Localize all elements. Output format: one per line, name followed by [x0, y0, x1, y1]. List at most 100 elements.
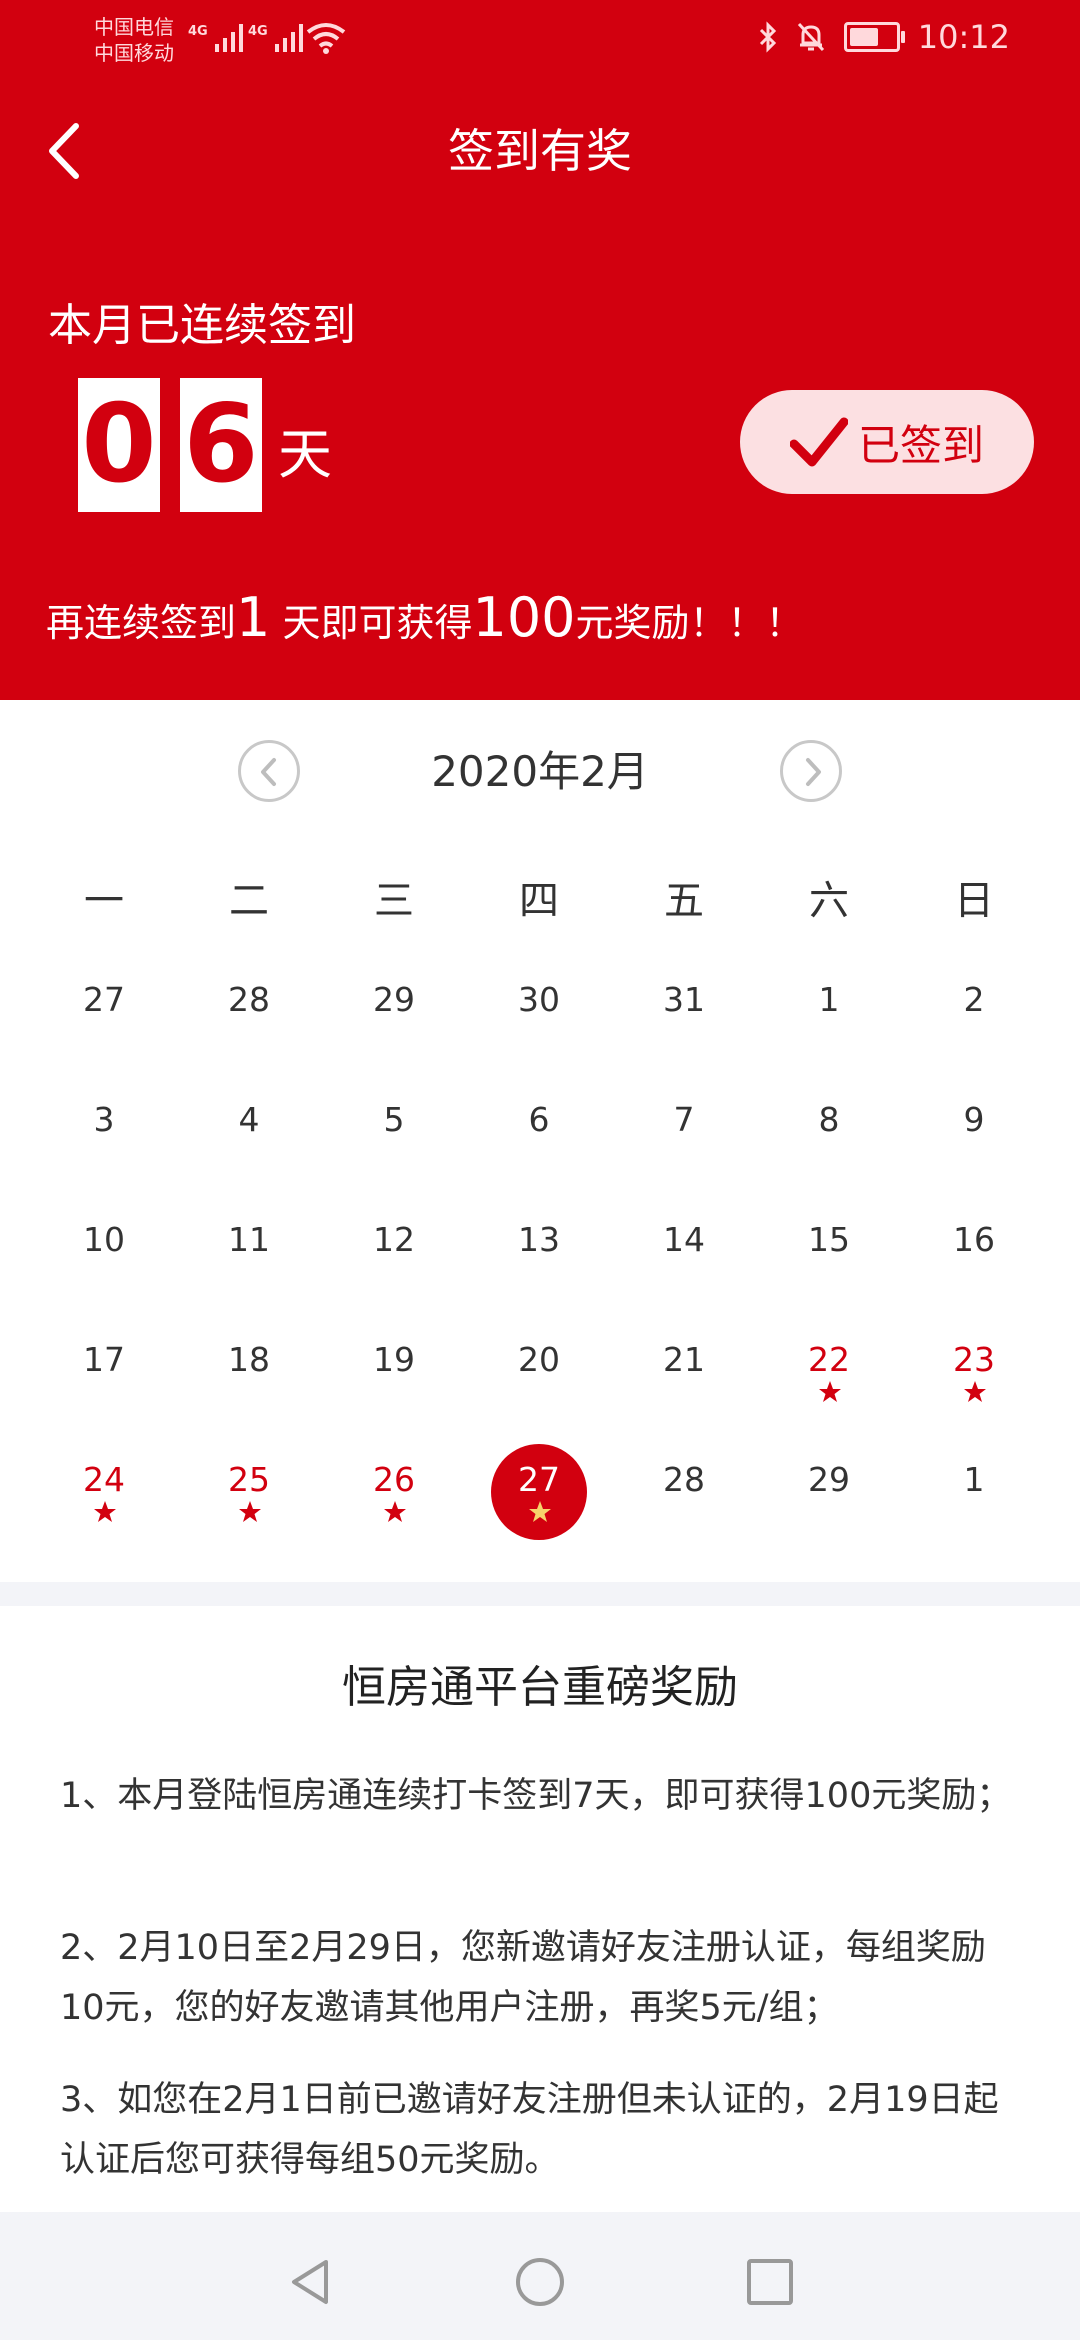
- calendar-day[interactable]: 12: [334, 1210, 454, 1310]
- signed-in-button[interactable]: 已签到: [740, 390, 1034, 494]
- nav-recent-apps-icon[interactable]: [740, 2252, 800, 2312]
- calendar-day-number: 10: [83, 1220, 125, 1259]
- calendar-day-number: 29: [808, 1460, 850, 1499]
- system-nav-bar: [0, 2220, 1080, 2340]
- calendar-day-number: 3: [93, 1100, 115, 1139]
- calendar-day[interactable]: 13: [479, 1210, 599, 1310]
- calendar-day[interactable]: 22: [769, 1330, 889, 1430]
- calendar-day[interactable]: 10: [44, 1210, 164, 1310]
- calendar-day-number: 19: [373, 1340, 415, 1379]
- calendar-day[interactable]: 20: [479, 1330, 599, 1430]
- streak-digit-ones: 6: [180, 378, 262, 512]
- weekday-label: 日: [954, 878, 994, 924]
- next-month-button[interactable]: [780, 740, 842, 802]
- header-banner: 中国电信 中国移动 4G 4G 10:12 签到有奖 本月已连续签到 0 6 天…: [0, 0, 1080, 700]
- calendar-day-number: 1: [818, 980, 840, 1019]
- star-icon: [239, 1501, 261, 1522]
- calendar-day-number: 6: [528, 1100, 550, 1139]
- calendar-day[interactable]: 18: [189, 1330, 309, 1430]
- calendar-day[interactable]: 23: [914, 1330, 1034, 1430]
- weekday-label: 四: [519, 878, 559, 924]
- streak-unit: 天: [278, 423, 332, 486]
- calendar-day-number: 18: [228, 1340, 270, 1379]
- calendar-day[interactable]: 27: [479, 1444, 599, 1550]
- star-icon: [384, 1501, 406, 1522]
- star-icon: [964, 1381, 986, 1402]
- reward-rules-card: 恒房通平台重磅奖励 1、本月登陆恒房通连续打卡签到7天，即可获得100元奖励； …: [0, 1606, 1080, 2212]
- calendar-day[interactable]: 30: [479, 970, 599, 1070]
- checkmark-icon: [789, 417, 848, 467]
- calendar-day[interactable]: 31: [624, 970, 744, 1070]
- calendar-day-number: 8: [818, 1100, 840, 1139]
- month-title: 2020年2月: [431, 747, 649, 796]
- calendar-day[interactable]: 16: [914, 1210, 1034, 1310]
- nav-back-icon[interactable]: [280, 2252, 340, 2312]
- rule-item-1: 1、本月登陆恒房通连续打卡签到7天，即可获得100元奖励；: [60, 1776, 1012, 1816]
- reward-tip-prefix: 再连续签到: [46, 601, 237, 645]
- streak-label: 本月已连续签到: [48, 300, 356, 351]
- calendar-day[interactable]: 3: [44, 1090, 164, 1190]
- star-icon: [529, 1501, 551, 1522]
- calendar-day[interactable]: 6: [479, 1090, 599, 1190]
- calendar-day[interactable]: 2: [914, 970, 1034, 1070]
- bluetooth-icon: [759, 21, 776, 53]
- status-bar: 中国电信 中国移动 4G 4G 10:12: [0, 0, 1080, 84]
- calendar-day[interactable]: 25: [189, 1450, 309, 1550]
- weekday-label: 一: [84, 878, 124, 924]
- calendar-day[interactable]: 21: [624, 1330, 744, 1430]
- signal-1-icon: 4G: [188, 24, 243, 52]
- calendar-day-number: 27: [83, 980, 125, 1019]
- signal-2-icon: 4G: [248, 24, 303, 52]
- calendar-day[interactable]: 29: [769, 1450, 889, 1550]
- calendar-day-number: 1: [963, 1460, 985, 1499]
- calendar-day-number: 5: [383, 1100, 405, 1139]
- status-time: 10:12: [917, 18, 1010, 56]
- rule-item-3: 3、如您在2月1日前已邀请好友注册但未认证的，2月19日起认证后您可获得每组50…: [60, 2080, 999, 2180]
- calendar-day[interactable]: 28: [189, 970, 309, 1070]
- calendar-day-number: 16: [953, 1220, 995, 1259]
- calendar-day-number: 11: [228, 1220, 270, 1259]
- calendar-day[interactable]: 29: [334, 970, 454, 1070]
- battery-icon: [843, 22, 905, 52]
- calendar-day[interactable]: 4: [189, 1090, 309, 1190]
- calendar-day-number: 7: [673, 1100, 695, 1139]
- calendar-day-number: 13: [518, 1220, 560, 1259]
- status-right: 10:12: [758, 18, 1010, 56]
- nav-home-icon[interactable]: [510, 2252, 570, 2312]
- wifi-icon: [306, 23, 346, 54]
- calendar-day-number: 21: [663, 1340, 705, 1379]
- reward-tip-days: 1: [236, 586, 271, 649]
- calendar-day-number: 2: [963, 980, 985, 1019]
- calendar-day-number: 29: [373, 980, 415, 1019]
- calendar-day[interactable]: 24: [44, 1450, 164, 1550]
- calendar-day[interactable]: 17: [44, 1330, 164, 1430]
- calendar-day[interactable]: 1: [914, 1450, 1034, 1550]
- calendar-day[interactable]: 28: [624, 1450, 744, 1550]
- weekday-label: 二: [229, 878, 269, 924]
- star-icon: [94, 1501, 116, 1522]
- calendar-day[interactable]: 26: [334, 1450, 454, 1550]
- calendar-day[interactable]: 19: [334, 1330, 454, 1430]
- calendar-day[interactable]: 11: [189, 1210, 309, 1310]
- calendar-day[interactable]: 7: [624, 1090, 744, 1190]
- calendar-day-number: 14: [663, 1220, 705, 1259]
- network-2-label: 4G: [248, 24, 268, 39]
- page-title: 签到有奖: [448, 124, 632, 178]
- weekday-header: 一二三四五六日: [0, 866, 1080, 936]
- calendar-day[interactable]: 8: [769, 1090, 889, 1190]
- calendar-day-number: 4: [238, 1100, 260, 1139]
- reward-tip-amount: 100: [472, 586, 576, 649]
- streak-digit-tens: 0: [78, 378, 160, 512]
- calendar-day[interactable]: 1: [769, 970, 889, 1070]
- calendar-day[interactable]: 5: [334, 1090, 454, 1190]
- calendar-day[interactable]: 15: [769, 1210, 889, 1310]
- star-icon: [819, 1381, 841, 1402]
- calendar: 2020年2月 一二三四五六日 27 28 29 30 31 1 2 3 4 5 6 7 8 9 10 11 1…: [0, 700, 1080, 1582]
- reward-tip-middle: 天即可获得: [270, 601, 473, 645]
- calendar-day[interactable]: 14: [624, 1210, 744, 1310]
- calendar-day[interactable]: 27: [44, 970, 164, 1070]
- carrier-info: 中国电信 中国移动: [94, 14, 174, 66]
- reward-tip: 再连续签到1 天即可获得100元奖励！！！: [46, 588, 804, 653]
- calendar-day[interactable]: 9: [914, 1090, 1034, 1190]
- calendar-day-number: 12: [373, 1220, 415, 1259]
